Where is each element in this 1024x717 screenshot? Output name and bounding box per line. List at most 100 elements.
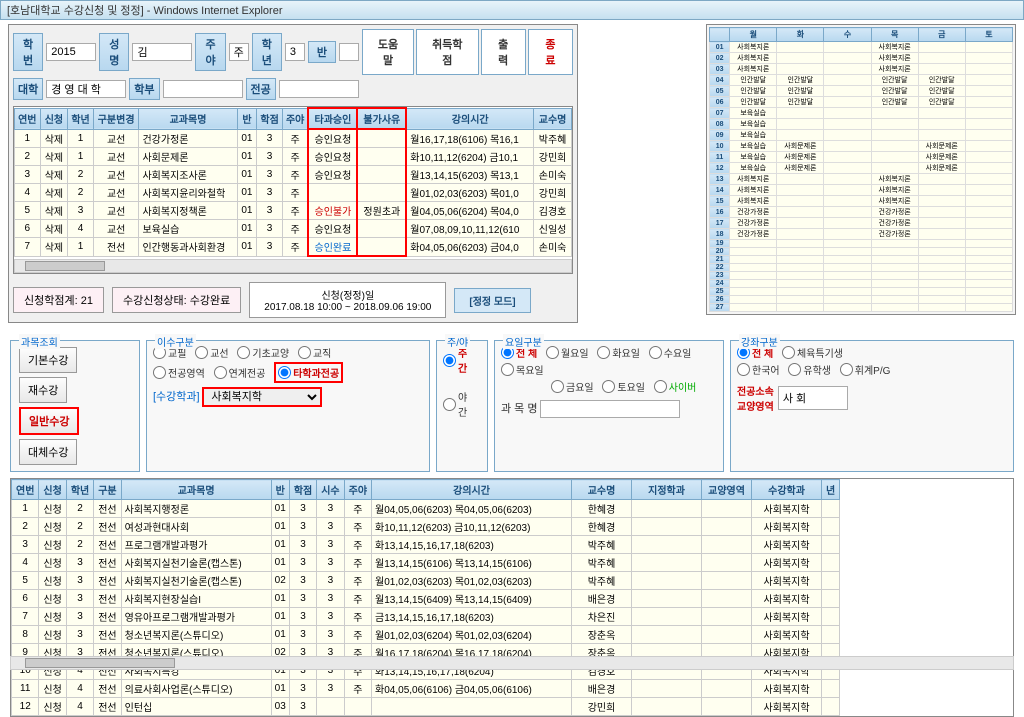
lookup-title: 과목조회 bbox=[19, 334, 60, 349]
sched-row: 25 bbox=[710, 288, 1013, 296]
col-reason: 불가사유 bbox=[357, 108, 406, 129]
r-link[interactable]: 연계전공 bbox=[214, 365, 266, 380]
dept-select[interactable]: 사회복지학 bbox=[202, 387, 322, 407]
exit-button[interactable]: 종 료 bbox=[528, 29, 573, 75]
table-row[interactable]: 5삭제3교선사회복지정책론013주승인불가정원초과월04,05,06(6204)… bbox=[15, 202, 572, 220]
r-gyoseon[interactable]: 교선 bbox=[195, 345, 228, 360]
dept-input[interactable] bbox=[163, 80, 243, 98]
sched-row: 03사회복지론사회복지론 bbox=[710, 64, 1013, 75]
r-dn-day[interactable]: 주간 bbox=[443, 345, 475, 375]
table-row[interactable]: 7삭제1전선인간행동과사회환경013주승인완료화04,05,06(6203) 금… bbox=[15, 238, 572, 257]
r-dw-fri[interactable]: 금요일 bbox=[551, 379, 594, 394]
help-button[interactable]: 도움말 bbox=[362, 29, 414, 75]
tab-basic[interactable]: 기본수강 bbox=[19, 347, 77, 373]
window-title: [호남대학교 수강신청 및 정정] - Windows Internet Exp… bbox=[7, 2, 283, 18]
completion-box: 이수구분 교필 교선 기초교양 교직 전공영역 연계전공 타학과전공 [수강학과… bbox=[146, 340, 430, 472]
grade-input[interactable] bbox=[285, 43, 305, 61]
major-label: 전공 bbox=[246, 78, 276, 100]
r-area[interactable]: 전공영역 bbox=[153, 365, 205, 380]
table-row[interactable]: 12신청4전선인턴십033강민희사회복지학 bbox=[12, 698, 840, 716]
table-row[interactable]: 7신청3전선영유아프로그램개발과평가0133주금13,14,15,16,17,1… bbox=[12, 608, 840, 626]
col-dn: 주야 bbox=[282, 108, 308, 129]
col-req: 신청 bbox=[40, 108, 68, 129]
r-dw-tue[interactable]: 화요일 bbox=[597, 345, 640, 360]
table-row[interactable]: 11신청4전선의료사회사업론(스튜디오)0133주화04,05,06(6106)… bbox=[12, 680, 840, 698]
table-row[interactable]: 8신청3전선청소년복지론(스튜디오)0133주월01,02,03(6204) 목… bbox=[12, 626, 840, 644]
sched-blank bbox=[710, 28, 730, 42]
table-row[interactable]: 3신청2전선프로그램개발과평가0133주화13,14,15,16,17,18(6… bbox=[12, 536, 840, 554]
name-label: 성명 bbox=[99, 33, 129, 71]
g2-yrh: 년 bbox=[822, 480, 840, 500]
sched-row: 01사회복지론사회복지론 bbox=[710, 42, 1013, 53]
sched-thu: 목 bbox=[871, 28, 918, 42]
col-cred: 학점 bbox=[257, 108, 283, 129]
r-dw-sat[interactable]: 토요일 bbox=[602, 379, 645, 394]
earned-button[interactable]: 취득학점 bbox=[416, 29, 478, 75]
tab-subst[interactable]: 대체수강 bbox=[19, 439, 77, 465]
mode-button[interactable]: [정정 모드] bbox=[454, 288, 530, 313]
table-row[interactable]: 6신청3전선사회복지현장실습I0133주월13,14,15(6409) 목13,… bbox=[12, 590, 840, 608]
page-scrollbar[interactable] bbox=[10, 656, 1014, 670]
class-label: 반 bbox=[308, 41, 336, 63]
r-lc-kr[interactable]: 한국어 bbox=[737, 362, 780, 377]
sched-row: 27 bbox=[710, 304, 1013, 312]
sched-row: 11보육실습사회문제론사회문제론 bbox=[710, 152, 1013, 163]
r-dw-cyber[interactable]: 사이버 bbox=[654, 379, 697, 394]
g2-req: 신청 bbox=[39, 480, 66, 500]
major-input[interactable] bbox=[279, 80, 359, 98]
g2-area: 교양영역 bbox=[702, 480, 752, 500]
table-row[interactable]: 4신청3전선사회복지실천기술론(캡스톤)0133주월13,14,15(6106)… bbox=[12, 554, 840, 572]
tab-retake[interactable]: 재수강 bbox=[19, 377, 67, 403]
table-row[interactable]: 1삭제1교선건강가정론013주승인요청월16,17,18(6106) 목16,1… bbox=[15, 129, 572, 148]
table-row[interactable]: 6삭제4교선보육실습013주승인요청월07,08,09,10,11,12(610… bbox=[15, 220, 572, 238]
affil-label1: 전공소속 bbox=[737, 383, 774, 398]
table-row[interactable]: 1신청2전선사회복지행정론0133주월04,05,06(6203) 목04,05… bbox=[12, 500, 840, 518]
table-row[interactable]: 3삭제2교선사회복지조사론013주승인요청월13,14,15(6203) 목13… bbox=[15, 166, 572, 184]
col-appr: 타과승인 bbox=[308, 108, 357, 129]
table-row[interactable]: 2삭제1교선사회문제론013주승인요청화10,11,12(6204) 금10,1… bbox=[15, 148, 572, 166]
day-input[interactable] bbox=[229, 43, 249, 61]
sched-row: 04인간발달인간발달인간발달인간발달 bbox=[710, 75, 1013, 86]
col-ban: 반 bbox=[237, 108, 257, 129]
sched-row: 09보육실습 bbox=[710, 130, 1013, 141]
univ-input[interactable] bbox=[46, 80, 126, 98]
r-gicho[interactable]: 기초교양 bbox=[237, 345, 289, 360]
r-dw-wed[interactable]: 수요일 bbox=[649, 345, 692, 360]
period-range: 2017.08.18 10:00 ~ 2018.09.06 19:00 bbox=[264, 302, 431, 313]
sched-row: 26 bbox=[710, 296, 1013, 304]
g2-dept: 지정학과 bbox=[632, 480, 702, 500]
r-dn-night[interactable]: 야간 bbox=[443, 389, 475, 419]
sched-row: 05인간발달인간발달인간발달인간발달 bbox=[710, 86, 1013, 97]
r-lc-intl[interactable]: 유학생 bbox=[788, 362, 831, 377]
table-row[interactable]: 4삭제2교선사회복지윤리와철학013주월01,02,03(6203) 목01,0… bbox=[15, 184, 572, 202]
r-gyojik[interactable]: 교직 bbox=[298, 345, 331, 360]
g2-cls: 구분 bbox=[94, 480, 121, 500]
g2-yr: 학년 bbox=[66, 480, 93, 500]
g2-dn: 주야 bbox=[344, 480, 371, 500]
sched-row: 13사회복지론사회복지론 bbox=[710, 174, 1013, 185]
sched-fri: 금 bbox=[918, 28, 965, 42]
table-row[interactable]: 2신청2전선여성과현대사회0133주화10,11,12(6203) 금10,11… bbox=[12, 518, 840, 536]
subject-input[interactable] bbox=[540, 400, 680, 418]
r-dw-mon[interactable]: 월요일 bbox=[546, 345, 589, 360]
lect-title: 강좌구분 bbox=[739, 334, 780, 349]
print-button[interactable]: 출 력 bbox=[481, 29, 526, 75]
r-dw-thu[interactable]: 목요일 bbox=[501, 362, 544, 377]
r-lc-pe[interactable]: 체육특기생 bbox=[782, 345, 843, 360]
sched-row: 19 bbox=[710, 240, 1013, 248]
sched-row: 16건강가정론건강가정론 bbox=[710, 207, 1013, 218]
dayn-box: 주/야 주간 야간 bbox=[436, 340, 488, 472]
sched-row: 18건강가정론건강가정론 bbox=[710, 229, 1013, 240]
affil-input[interactable] bbox=[778, 386, 848, 410]
class-input[interactable] bbox=[339, 43, 359, 61]
grid1-scrollbar[interactable] bbox=[14, 259, 572, 273]
tab-general[interactable]: 일반수강 bbox=[19, 407, 79, 435]
hakbun-input[interactable] bbox=[46, 43, 96, 61]
sched-row: 20 bbox=[710, 248, 1013, 256]
r-other[interactable]: 타학과전공 bbox=[274, 362, 343, 383]
name-input[interactable] bbox=[132, 43, 192, 61]
col-cls: 구분변경 bbox=[93, 108, 139, 129]
dayn-title: 주/야 bbox=[445, 334, 470, 349]
r-lc-pg[interactable]: 휘계P/G bbox=[840, 362, 891, 377]
table-row[interactable]: 5신청3전선사회복지실천기술론(캡스톤)0233주월01,02,03(6203)… bbox=[12, 572, 840, 590]
